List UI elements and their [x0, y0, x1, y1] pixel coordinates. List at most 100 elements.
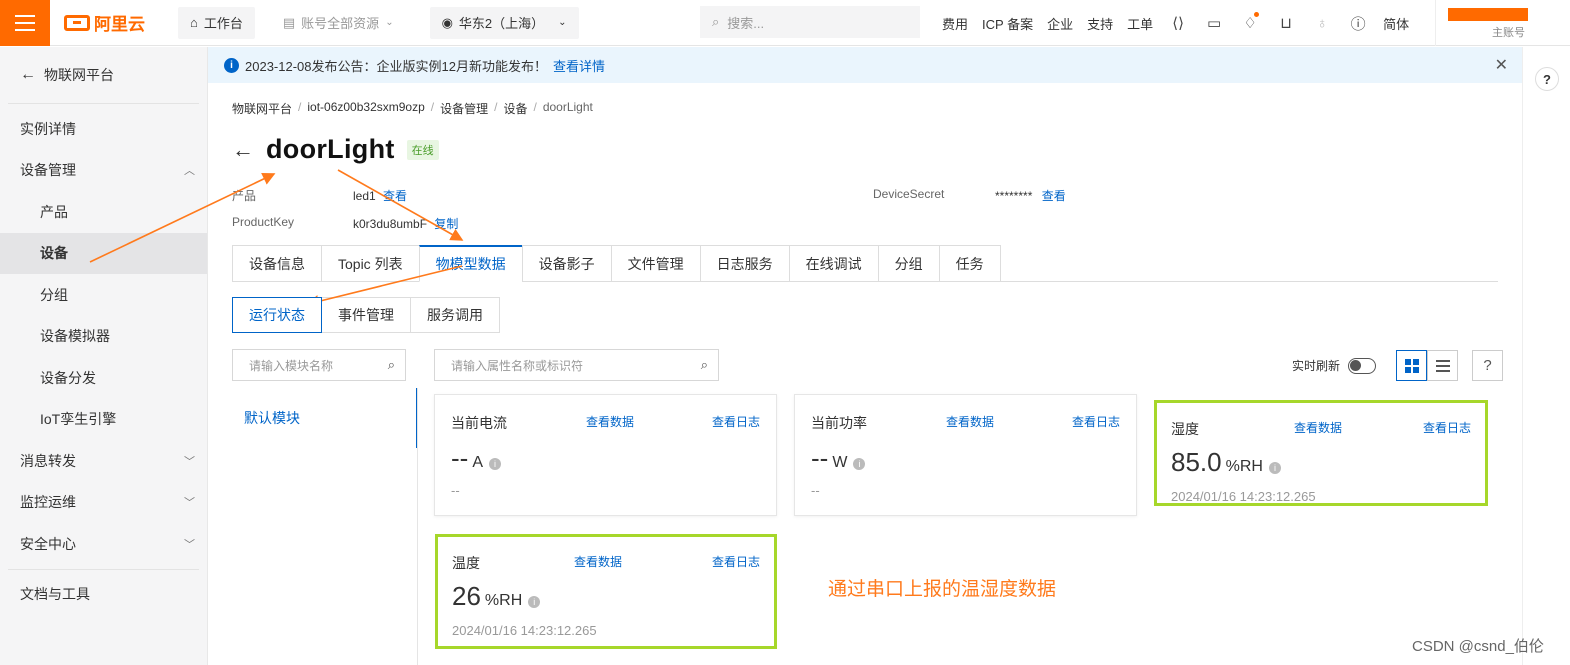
grid-view-button[interactable]: [1396, 350, 1428, 381]
help-question-button[interactable]: ?: [1472, 350, 1504, 381]
view-data-link[interactable]: 查看数据: [946, 413, 994, 430]
chevron-up-icon: ︿: [184, 165, 195, 178]
productkey-copy-link[interactable]: 复制: [434, 217, 458, 231]
terminal-icon[interactable]: ▭: [1196, 14, 1232, 32]
info-icon[interactable]: i: [1268, 462, 1281, 474]
view-log-link[interactable]: 查看日志: [712, 553, 760, 570]
sidebar-back-button[interactable]: ← 物联网平台: [0, 47, 207, 103]
announcement-text: 2023-12-08发布公告：企业版实例12月新功能发布！: [245, 58, 547, 74]
sidebar-item-twin-engine[interactable]: IoT孪生引擎: [0, 399, 207, 441]
tab-thing-model-data[interactable]: 物模型数据: [418, 245, 522, 282]
view-data-link[interactable]: 查看数据: [1294, 419, 1342, 436]
property-unit: %RH: [1225, 458, 1263, 475]
sidebar-item-instance[interactable]: 实例详情: [0, 108, 207, 150]
sidebar-item-security[interactable]: 安全中心 ﹀: [0, 523, 207, 565]
tab-device-shadow[interactable]: 设备影子: [521, 245, 611, 282]
property-value-row: -- Wi: [811, 443, 866, 474]
subtab-running-status[interactable]: 运行状态: [232, 297, 322, 333]
lightbulb-icon[interactable]: ♁: [1304, 15, 1340, 32]
module-list-item-default[interactable]: 默认模块: [232, 388, 418, 448]
property-card-humidity: 湿度 查看数据 查看日志 85.0 %RH i 2024/01/16 14:23:1…: [1154, 400, 1488, 506]
sidebar-item-product[interactable]: 产品: [0, 191, 207, 233]
info-icon[interactable]: i: [853, 458, 866, 470]
tab-topic-list[interactable]: Topic 列表: [321, 245, 419, 282]
realtime-refresh-toggle[interactable]: [1348, 357, 1377, 374]
sidebar-item-message-forward[interactable]: 消息转发 ﹀: [0, 440, 207, 482]
info-icon[interactable]: i: [528, 596, 541, 608]
breadcrumb-separator: /: [533, 100, 537, 114]
chevron-down-icon: ⌄: [558, 17, 567, 28]
product-value-group: led1 查看: [353, 187, 407, 204]
region-selector[interactable]: ◉ 华东2（上海） ⌄: [429, 6, 579, 39]
breadcrumb-item[interactable]: iot-06z00b32sxm9ozp: [307, 100, 424, 117]
tab-task[interactable]: 任务: [938, 245, 1001, 282]
product-value: led1: [353, 189, 376, 203]
link-enterprise[interactable]: 企业: [1040, 14, 1080, 33]
code-icon[interactable]: ⟨⟩: [1160, 14, 1196, 32]
hamburger-menu-icon[interactable]: [0, 0, 50, 46]
view-log-link[interactable]: 查看日志: [1072, 413, 1120, 430]
account-name-redacted: [1448, 8, 1528, 21]
sidebar-item-group[interactable]: 分组: [0, 274, 207, 316]
tab-group[interactable]: 分组: [877, 245, 939, 282]
property-card-power: 当前功率 查看数据 查看日志 -- Wi --: [794, 394, 1137, 516]
search-icon: ⌕: [712, 14, 720, 29]
back-arrow-icon[interactable]: ←: [232, 137, 254, 163]
workbench-button[interactable]: ⌂ 工作台: [178, 6, 255, 39]
search-icon[interactable]: ⌕: [701, 357, 708, 373]
close-icon[interactable]: ✕: [1495, 55, 1508, 75]
account-menu[interactable]: 主账号: [1435, 0, 1570, 46]
subtab-service-call[interactable]: 服务调用: [410, 297, 500, 333]
module-search-placeholder: 请输入模块名称: [249, 358, 334, 373]
question-icon[interactable]: ?: [1535, 67, 1559, 91]
breadcrumb-item[interactable]: 设备: [503, 100, 527, 117]
language-switch[interactable]: 简体: [1376, 14, 1416, 33]
link-icp[interactable]: ICP 备案: [975, 14, 1040, 33]
sidebar-item-device-mgmt[interactable]: 设备管理 ︿: [0, 150, 207, 192]
tab-file-management[interactable]: 文件管理: [610, 245, 700, 282]
device-tabs: 设备信息 Topic 列表 物模型数据 设备影子 文件管理 日志服务 在线调试 …: [232, 245, 1498, 282]
view-toolbar: 实时刷新 ?: [1292, 350, 1504, 381]
subtab-event-management[interactable]: 事件管理: [321, 297, 411, 333]
devicesecret-value-group: ******** 查看: [995, 187, 1066, 204]
announcement-link[interactable]: 查看详情: [553, 56, 605, 75]
workbench-label: 工作台: [203, 16, 243, 31]
property-search-input[interactable]: 请输入属性名称或标识符 ⌕: [434, 349, 719, 381]
page-title-row: ← doorLight 在线: [232, 134, 439, 165]
sidebar-item-docs[interactable]: 文档与工具: [0, 570, 207, 618]
sidebar-item-monitoring[interactable]: 监控运维 ﹀: [0, 482, 207, 524]
devicesecret-view-link[interactable]: 查看: [1042, 189, 1066, 203]
sidebar-item-distribution[interactable]: 设备分发: [0, 357, 207, 399]
view-log-link[interactable]: 查看日志: [712, 413, 760, 430]
resource-selector[interactable]: ▤ 账号全部资源 ⌄: [270, 6, 406, 39]
property-timestamp: 2024/01/16 14:23:12.265: [452, 623, 597, 638]
tab-online-debug[interactable]: 在线调试: [788, 245, 878, 282]
product-view-link[interactable]: 查看: [383, 189, 407, 203]
global-search-input[interactable]: ⌕ 搜索...: [700, 6, 920, 38]
aliyun-logo[interactable]: 阿里云: [50, 0, 160, 46]
tab-device-info[interactable]: 设备信息: [232, 245, 321, 282]
property-unit: A: [472, 454, 483, 471]
breadcrumb-item[interactable]: 设备管理: [440, 100, 488, 117]
module-search-input[interactable]: 请输入模块名称 ⌕: [232, 349, 406, 381]
property-value-row: 26 %RH i: [452, 581, 541, 612]
property-value-row: 85.0 %RH i: [1171, 447, 1281, 478]
link-cost[interactable]: 费用: [935, 14, 975, 33]
view-log-link[interactable]: 查看日志: [1423, 419, 1471, 436]
view-data-link[interactable]: 查看数据: [574, 553, 622, 570]
tab-log-service[interactable]: 日志服务: [699, 245, 789, 282]
search-icon[interactable]: ⌕: [388, 357, 395, 373]
search-placeholder: 搜索...: [727, 15, 765, 31]
sidebar-item-simulator[interactable]: 设备模拟器: [0, 316, 207, 358]
cart-icon[interactable]: ⊔: [1268, 14, 1304, 32]
help-icon[interactable]: ⓘ: [1340, 13, 1376, 34]
bell-icon[interactable]: ♢: [1232, 12, 1268, 32]
sidebar-item-label: 消息转发: [20, 452, 76, 469]
link-ticket[interactable]: 工单: [1120, 14, 1160, 33]
view-data-link[interactable]: 查看数据: [586, 413, 634, 430]
link-support[interactable]: 支持: [1080, 14, 1120, 33]
breadcrumb-item[interactable]: 物联网平台: [232, 100, 292, 117]
sidebar-item-device[interactable]: 设备: [0, 232, 207, 274]
info-icon[interactable]: i: [489, 458, 501, 470]
list-view-button[interactable]: [1427, 350, 1459, 381]
